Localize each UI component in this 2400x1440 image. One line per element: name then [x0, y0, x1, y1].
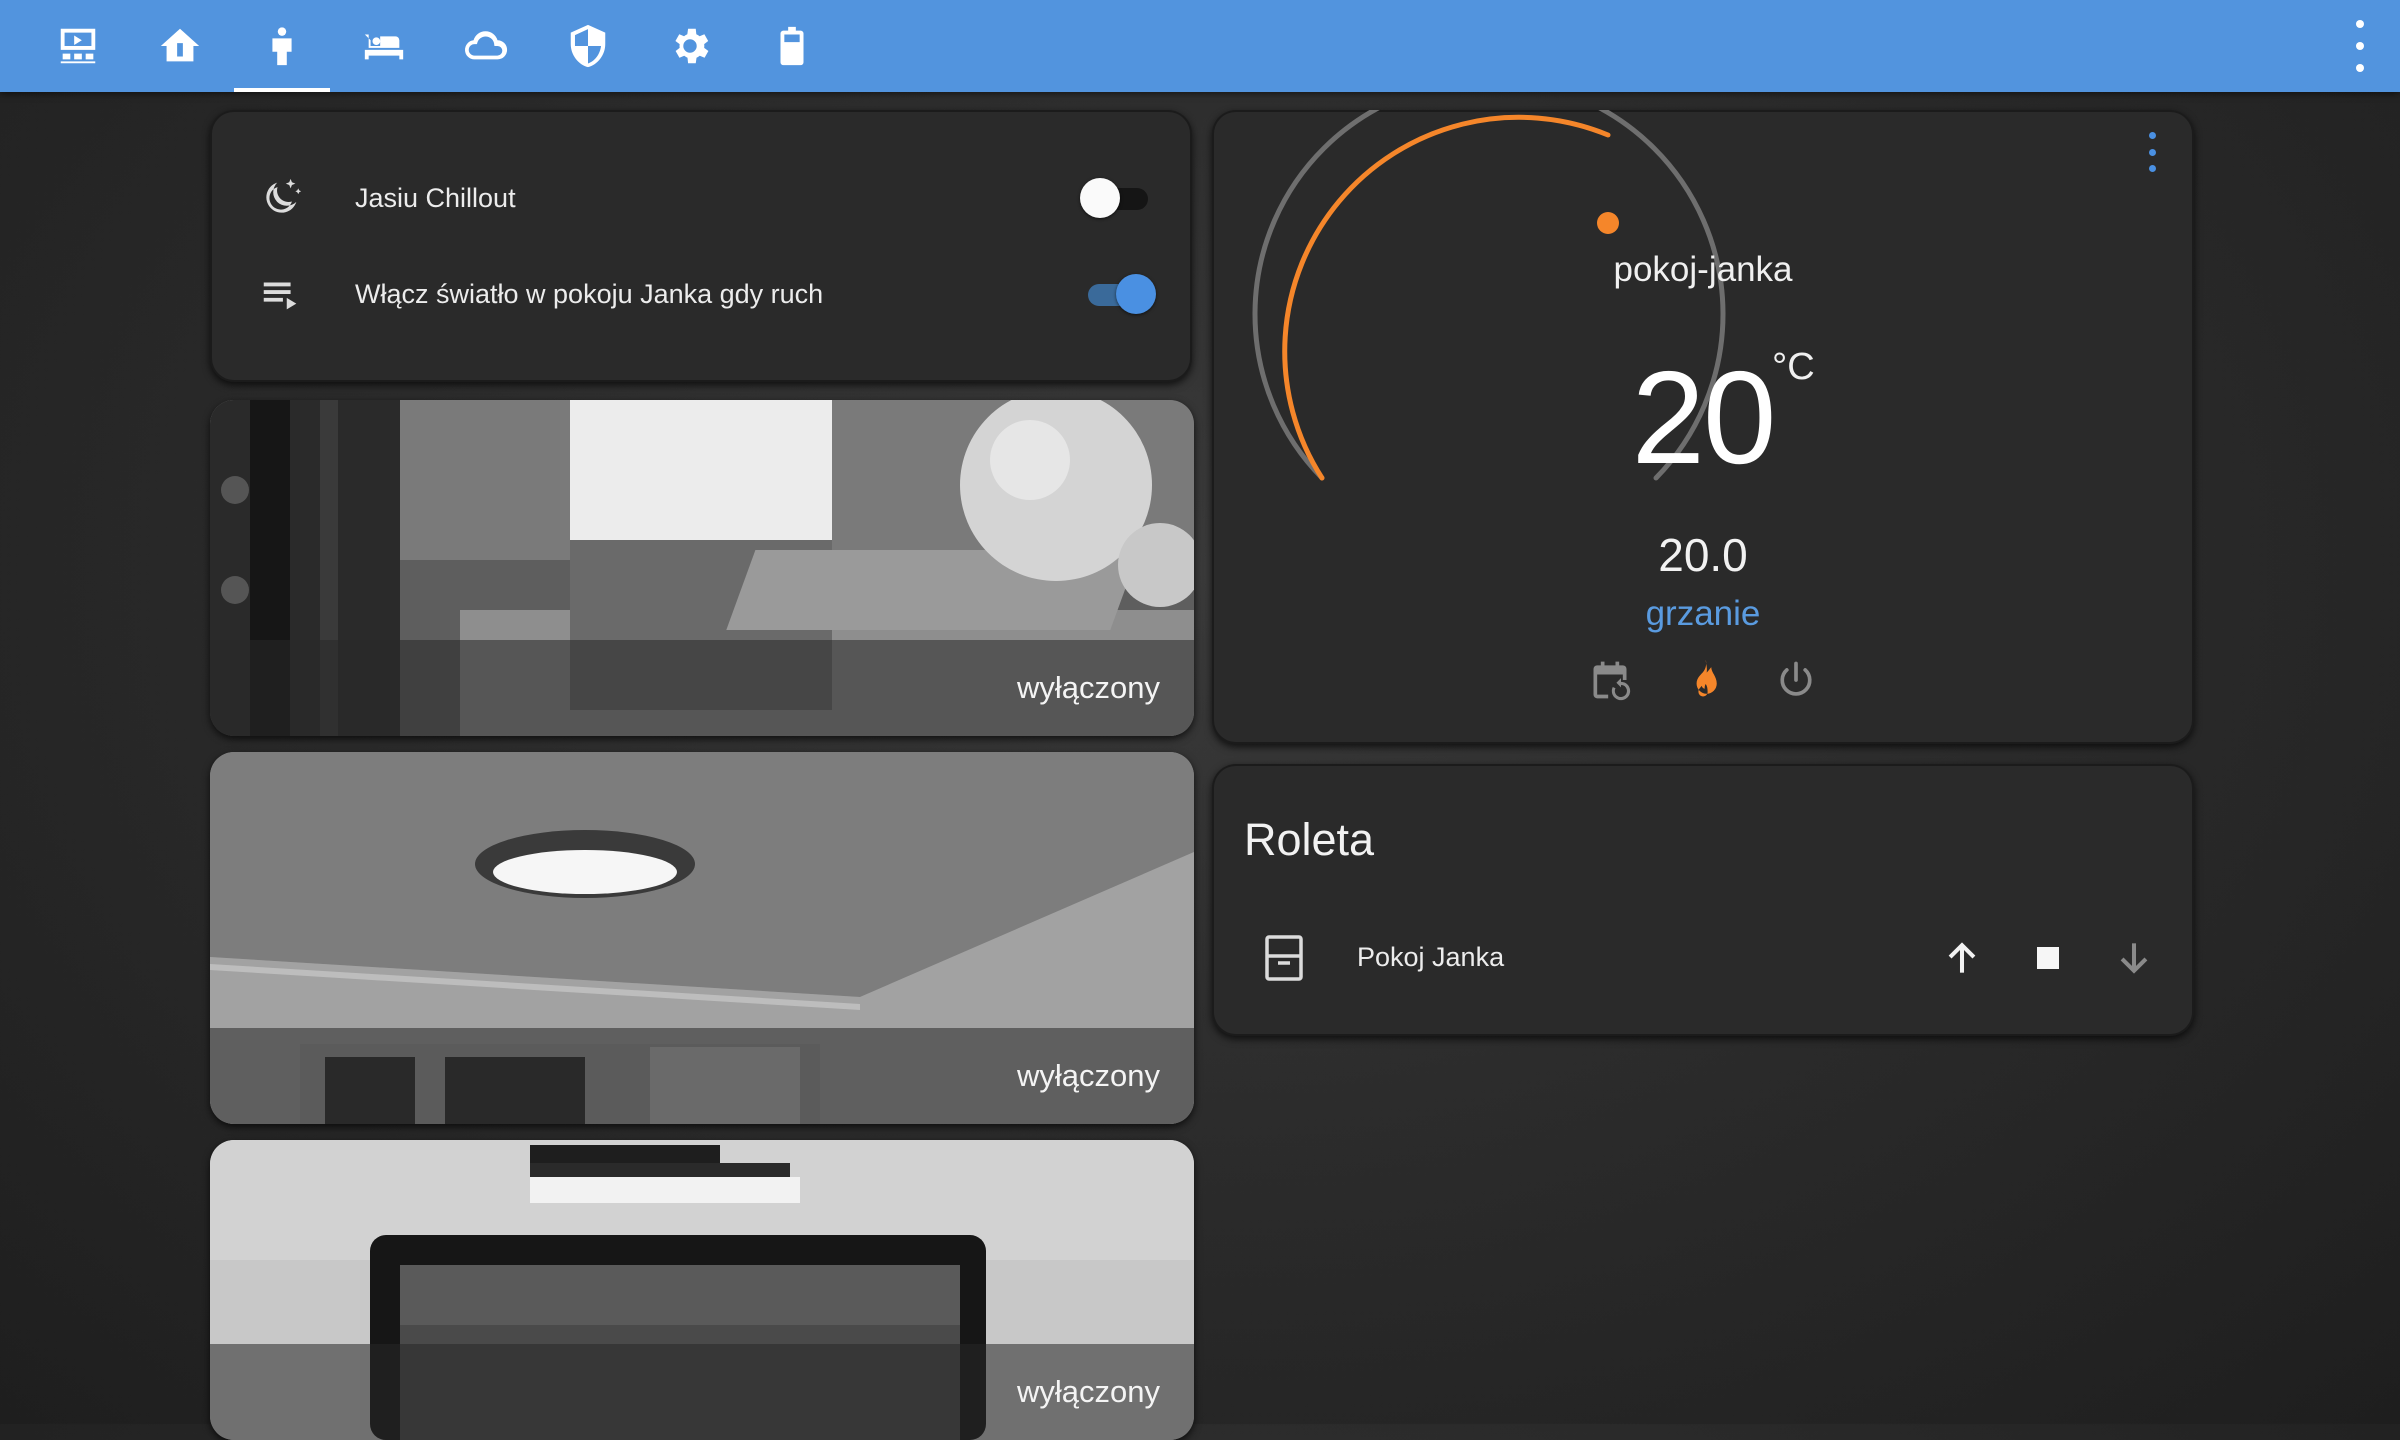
- tab-settings[interactable]: [642, 0, 738, 92]
- camera-status-bar: wyłączony: [210, 640, 1194, 736]
- stop-icon: [2037, 947, 2059, 969]
- mode-auto-button[interactable]: [1584, 654, 1636, 706]
- dial-handle: [1597, 212, 1619, 234]
- thermostat-name: pokoj-janka: [1613, 250, 1793, 289]
- open-cover-button[interactable]: [1936, 932, 1988, 984]
- cover-label: Pokoj Janka: [1357, 942, 1505, 972]
- arrow-down-icon: [2120, 943, 2148, 974]
- entity-label: Jasiu Chillout: [355, 182, 516, 213]
- playlist-play-icon: [258, 271, 304, 317]
- cover-card: Roleta Pokoj Janka: [1212, 764, 2194, 1036]
- temperature-unit: °C: [1772, 346, 1815, 388]
- weather-night-icon: [258, 175, 304, 221]
- tab-weather[interactable]: [438, 0, 534, 92]
- stop-cover-button[interactable]: [2022, 932, 2074, 984]
- overflow-menu-icon[interactable]: [2348, 20, 2372, 72]
- hvac-mode-label: grzanie: [1645, 594, 1761, 633]
- current-temperature: 20: [1631, 344, 1777, 491]
- bed-icon: [364, 34, 404, 60]
- camera-card-3[interactable]: wyłączony: [210, 1140, 1194, 1440]
- fire-icon: [1696, 659, 1717, 697]
- camera-status-bar: wyłączony: [210, 1028, 1194, 1124]
- mode-off-button[interactable]: [1770, 654, 1822, 706]
- tab-person[interactable]: [234, 0, 330, 92]
- toggle-switch[interactable]: [1080, 274, 1156, 314]
- close-cover-button[interactable]: [2108, 932, 2160, 984]
- camera-status: wyłączony: [1017, 670, 1160, 705]
- camera-status: wyłączony: [1017, 1058, 1160, 1093]
- entity-label: Włącz światło w pokoju Janka gdy ruch: [355, 278, 824, 309]
- camera-card-2[interactable]: wyłączony: [210, 752, 1194, 1124]
- tab-overview[interactable]: [30, 0, 126, 92]
- thermostat-card: pokoj-janka 20 °C 20.0 grzanie: [1212, 110, 2194, 744]
- arrow-up-icon: [1948, 942, 1976, 973]
- camera-card-1[interactable]: wyłączony: [210, 400, 1194, 736]
- mode-heat-button[interactable]: [1677, 654, 1729, 706]
- tab-battery[interactable]: [744, 0, 840, 92]
- home-icon: [160, 28, 200, 62]
- monitor-dashboard-icon: [60, 28, 96, 64]
- camera-status: wyłączony: [1017, 1374, 1160, 1409]
- power-icon: [1780, 661, 1812, 696]
- tab-security[interactable]: [540, 0, 636, 92]
- cover-entity-row: Pokoj Janka: [1212, 924, 2194, 996]
- window-shutter-icon: [1264, 934, 1304, 982]
- camera-status-bar: wyłączony: [210, 1344, 1194, 1440]
- gear-icon: [675, 28, 709, 64]
- shield-icon: [570, 24, 606, 68]
- toggle-switch[interactable]: [1080, 178, 1156, 218]
- tab-bedroom[interactable]: [336, 0, 432, 92]
- battery-icon: [780, 26, 804, 66]
- cloud-icon: [465, 31, 508, 60]
- target-temperature: 20.0: [1658, 529, 1748, 581]
- top-app-bar: [0, 0, 2400, 92]
- card-title: Roleta: [1244, 814, 1375, 865]
- calendar-sync-icon: [1593, 661, 1631, 701]
- human-icon: [272, 27, 292, 66]
- entities-card: Jasiu Chillout Włącz światło w pokoju Ja…: [210, 110, 1192, 382]
- tab-home[interactable]: [132, 0, 228, 92]
- entity-row-jasiu-chillout: Jasiu Chillout: [210, 158, 1192, 238]
- entity-row-light-automation: Włącz światło w pokoju Janka gdy ruch: [210, 254, 1192, 334]
